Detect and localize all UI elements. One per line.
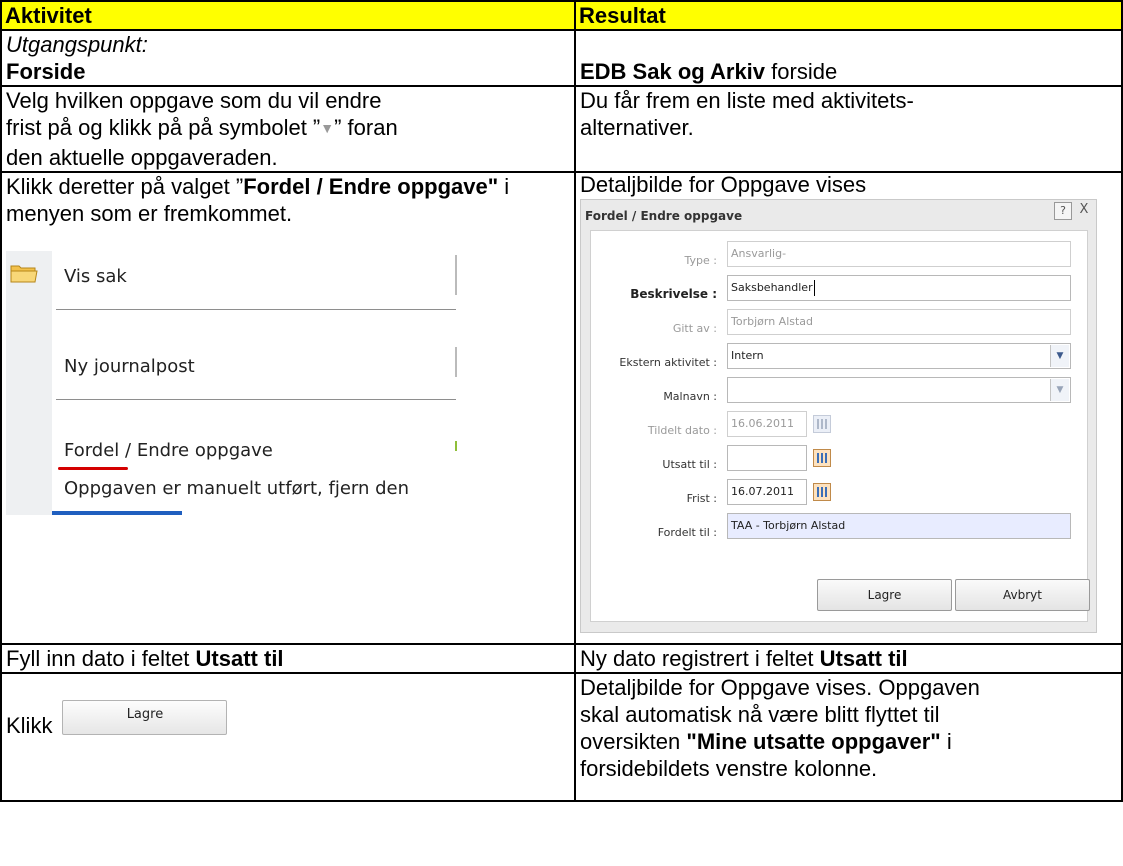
utsatt-til-field[interactable]: [727, 445, 807, 471]
menu-item-fordel-endre-oppgave[interactable]: Fordel / Endre oppgave: [64, 437, 273, 464]
procedure-table: Aktivitet Resultat Utgangspunkt: Forside…: [0, 0, 1123, 802]
save-button[interactable]: Lagre: [817, 579, 952, 611]
start-value: Forside: [6, 59, 86, 84]
result-text-line: alternativer.: [580, 115, 694, 140]
chevron-down-icon[interactable]: ▼: [1050, 345, 1069, 367]
text-caret: [813, 280, 815, 296]
activity-text-part: Klikk deretter på valget ”: [6, 174, 244, 199]
table-row: Utgangspunkt: Forside EDB Sak og Arkiv f…: [0, 29, 1123, 87]
menu-separator: [56, 399, 456, 400]
activity-text-part: Fyll inn dato i feltet: [6, 646, 196, 671]
ekstern-aktivitet-label: Ekstern aktivitet :: [619, 356, 717, 369]
result-text-part: Ny dato registrert i feltet: [580, 646, 820, 671]
frist-label: Frist :: [686, 492, 717, 505]
beskrivelse-label: Beskrivelse :: [630, 287, 717, 301]
result-app-suffix: forside: [765, 59, 838, 84]
gitt-av-field: Torbjørn Alstad: [727, 309, 1071, 335]
fordelt-til-field[interactable]: TAA - Torbjørn Alstad: [727, 513, 1071, 539]
highlight-underline: [58, 467, 128, 470]
gitt-av-label: Gitt av :: [672, 322, 717, 335]
dialog-title: Fordel / Endre oppgave: [585, 209, 743, 223]
task-dialog-screenshot: Fordel / Endre oppgave ? X Type : Ansvar…: [580, 199, 1097, 633]
result-cell: Ny dato registrert i feltet Utsatt til: [574, 643, 1123, 674]
tildelt-dato-label: Tildelt dato :: [647, 424, 717, 437]
help-icon[interactable]: ?: [1054, 202, 1072, 220]
activity-cell: Klikk Lagre: [0, 672, 576, 802]
menu-item-manuelt-utfort[interactable]: Oppgaven er manuelt utført, fjern den: [64, 475, 409, 502]
edge-fragment: [455, 441, 457, 451]
type-field: Ansvarlig-: [727, 241, 1071, 267]
activity-text-line: den aktuelle oppgaveraden.: [6, 145, 278, 170]
table-header-row: Aktivitet Resultat: [0, 0, 1123, 31]
result-cell: Detaljbilde for Oppgave vises Fordel / E…: [574, 171, 1123, 645]
beskrivelse-field[interactable]: Saksbehandler: [727, 275, 1071, 301]
activity-text-part: Klikk: [6, 713, 53, 738]
malnavn-label: Malnavn :: [663, 390, 717, 403]
save-button[interactable]: Lagre: [62, 700, 228, 735]
activity-cell: Utgangspunkt: Forside: [0, 29, 576, 87]
chevron-down-icon[interactable]: ▼: [1050, 379, 1069, 401]
menu-item-vis-sak[interactable]: Vis sak: [64, 263, 127, 290]
folder-icon: [10, 265, 38, 283]
activity-text-part: frist på og klikk på på symbolet ”: [6, 115, 321, 140]
activity-cell: Klikk deretter på valget ”Fordel / Endre…: [0, 171, 576, 645]
activity-text-line: Klikk deretter på valget ”Fordel / Endre…: [6, 173, 570, 227]
start-label: Utgangspunkt:: [6, 32, 148, 57]
utsatt-til-label: Utsatt til :: [662, 458, 717, 471]
ekstern-aktivitet-select[interactable]: Intern ▼: [727, 343, 1071, 369]
cancel-button[interactable]: Avbryt: [955, 579, 1090, 611]
menu-icon-strip: [6, 251, 52, 515]
procedure-document: Aktivitet Resultat Utgangspunkt: Forside…: [0, 0, 1123, 866]
dropdown-triangle-icon: ▼: [320, 120, 335, 136]
result-app-name: EDB Sak og Arkiv: [580, 59, 766, 84]
table-row: Klikk deretter på valget ”Fordel / Endre…: [0, 171, 1123, 645]
edge-fragment: [52, 511, 182, 515]
dialog-form: Type : Ansvarlig- Beskrivelse : Saksbeha…: [590, 230, 1090, 622]
edge-fragment: [455, 347, 457, 377]
table-row: Fyll inn dato i feltet Utsatt til Ny dat…: [0, 643, 1123, 674]
result-text-part: i: [940, 729, 952, 754]
context-menu-screenshot: Vis sak Ny journalpost Fordel / Endre op…: [6, 251, 461, 515]
result-text-line: Detaljbilde for Oppgave vises. Oppgaven: [580, 675, 980, 700]
frist-field[interactable]: 16.07.2011: [727, 479, 807, 505]
result-text-line: oversikten "Mine utsatte oppgaver" i: [580, 728, 1117, 755]
result-text-part: oversikten: [580, 729, 687, 754]
header-result: Resultat: [574, 0, 1123, 31]
activity-cell: Fyll inn dato i feltet Utsatt til: [0, 643, 576, 674]
menu-item-ny-journalpost[interactable]: Ny journalpost: [64, 353, 195, 380]
fordelt-til-label: Fordelt til :: [657, 526, 717, 539]
edge-fragment: [455, 255, 457, 295]
beskrivelse-value: Saksbehandler: [731, 281, 813, 294]
result-text-line: Detaljbilde for Oppgave vises: [580, 172, 867, 197]
menu-separator: [56, 309, 456, 310]
calendar-icon[interactable]: [813, 449, 831, 467]
field-name-utsatt-til: Utsatt til: [195, 646, 284, 671]
result-cell: Du får frem en liste med aktivitets- alt…: [574, 85, 1123, 173]
tildelt-dato-field: 16.06.2011: [727, 411, 807, 437]
result-cell: Detaljbilde for Oppgave vises. Oppgaven …: [574, 672, 1123, 802]
type-label: Type :: [684, 254, 717, 267]
ekstern-aktivitet-value: Intern: [731, 349, 764, 362]
malnavn-select[interactable]: ▼: [727, 377, 1071, 403]
header-activity: Aktivitet: [0, 0, 576, 31]
overview-name: "Mine utsatte oppgaver": [686, 729, 941, 754]
result-text-line: forsidebildets venstre kolonne.: [580, 756, 878, 781]
activity-text-part: ” foran: [334, 115, 398, 140]
result-cell: EDB Sak og Arkiv forside: [574, 29, 1123, 87]
activity-cell: Velg hvilken oppgave som du vil endre fr…: [0, 85, 576, 173]
calendar-icon[interactable]: [813, 483, 831, 501]
activity-text-line: Velg hvilken oppgave som du vil endre: [6, 88, 382, 113]
close-icon[interactable]: X: [1076, 202, 1092, 218]
table-row: Klikk Lagre Detaljbilde for Oppgave vises…: [0, 672, 1123, 802]
result-text-line: skal automatisk nå være blitt flyttet ti…: [580, 702, 940, 727]
result-text-line: Du får frem en liste med aktivitets-: [580, 88, 914, 113]
activity-text-line: frist på og klikk på på symbolet ”▼” for…: [6, 114, 570, 144]
activity-menu-choice: Fordel / Endre oppgave": [243, 174, 499, 199]
table-row: Velg hvilken oppgave som du vil endre fr…: [0, 85, 1123, 173]
field-name-utsatt-til: Utsatt til: [819, 646, 908, 671]
calendar-icon: [813, 415, 831, 433]
